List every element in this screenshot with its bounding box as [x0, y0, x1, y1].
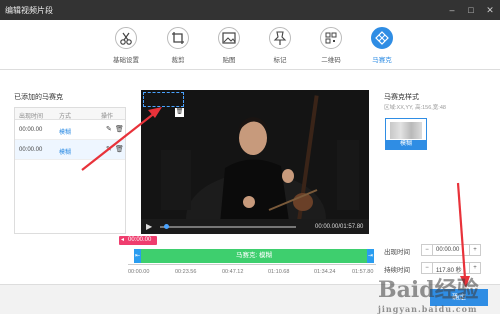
blur-style-option[interactable]: 模糊 [385, 118, 427, 150]
column-header-mode: 方式 [59, 114, 72, 120]
play-icon[interactable]: ▶ [146, 222, 152, 231]
region-info: 区域:XX,YY, 高:156,宽:48 [384, 105, 446, 111]
increment-button[interactable]: + [469, 245, 480, 255]
tool-mosaic[interactable]: 马赛克 [360, 27, 404, 69]
mosaic-track[interactable]: ⇤ 马赛克: 模糊 ⇥ [134, 249, 374, 263]
tool-label: 贴图 [222, 57, 236, 64]
video-controls: ▶ 00:00.00/01:57.80 [141, 219, 369, 235]
watermark-logo: Baid经验 jingyan.baidu.com [378, 272, 479, 314]
item-mode: 模糊 [59, 150, 72, 156]
seek-bar[interactable] [160, 226, 296, 228]
mosaic-region[interactable] [143, 92, 184, 107]
current-time: 00:00.00 [128, 237, 152, 243]
watermark-sub: jingyan.baidu.com [378, 304, 478, 314]
tool-crop[interactable]: 裁剪 [156, 27, 200, 69]
tool-label: 马赛克 [372, 57, 392, 64]
mosaic-delete-icon[interactable]: 🗑 [175, 108, 184, 117]
trash-icon[interactable]: 🗑 [115, 145, 124, 153]
tool-label: 裁剪 [171, 57, 185, 64]
track-start-handle[interactable]: ⇤ [134, 249, 141, 263]
tool-mark[interactable]: 标记 [258, 27, 302, 69]
tool-label: 标记 [273, 57, 287, 64]
editor-window: 编辑视频片段 – □ ✕ 基础设置 裁剪 贴图 标记 二维码 马赛克 已添加的马… [0, 0, 500, 314]
watermark-text: Baid经验 [378, 277, 479, 303]
item-mode: 模糊 [59, 130, 72, 136]
column-header-action: 操作 [101, 114, 114, 120]
mosaic-list-title: 已添加的马赛克 [14, 94, 63, 101]
qrcode-icon [320, 27, 342, 49]
ruler-tick: 01:57.80 [352, 269, 374, 275]
list-item[interactable]: 00:00.00 模糊 ✎ 🗑 [15, 120, 125, 140]
toolbar: 基础设置 裁剪 贴图 标记 二维码 马赛克 [0, 20, 500, 70]
blur-preview [390, 122, 422, 139]
mosaic-list: 出现时间 方式 操作 00:00.00 模糊 ✎ 🗑 00:00.00 模糊 ✎… [14, 107, 126, 234]
close-button[interactable]: ✕ [484, 4, 496, 16]
ruler-line [128, 264, 376, 265]
list-item[interactable]: 00:00.00 模糊 ✎ 🗑 [15, 140, 125, 160]
ruler-tick: 01:10.68 [268, 269, 290, 275]
appear-time-stepper[interactable]: − 00:00.00 + [421, 244, 481, 256]
tool-basic-settings[interactable]: 基础设置 [104, 27, 148, 69]
ruler-tick: 00:47.12 [222, 269, 244, 275]
time-ruler: 00:00.00 00:23.56 00:47.12 01:10.68 01:3… [126, 266, 380, 280]
window-title: 编辑视频片段 [5, 6, 53, 15]
crop-icon [167, 27, 189, 49]
scissors-icon [115, 27, 137, 49]
current-time-badge: ◂ 00:00.00 [119, 236, 157, 245]
item-time: 00:00.00 [19, 147, 43, 153]
ruler-tick: 00:00.00 [128, 269, 150, 275]
ruler-tick: 01:34.24 [314, 269, 336, 275]
maximize-button[interactable]: □ [465, 4, 477, 16]
blur-style-label: 模糊 [386, 140, 426, 149]
minimize-button[interactable]: – [446, 4, 458, 16]
mosaic-icon [371, 27, 393, 49]
track-label: 马赛克: 模糊 [235, 252, 273, 259]
time-display: 00:00.00/01:57.80 [315, 224, 364, 230]
list-header: 出现时间 方式 操作 [15, 108, 125, 120]
decrement-button[interactable]: − [422, 245, 433, 255]
tool-sticker[interactable]: 贴图 [207, 27, 251, 69]
appear-time-value[interactable]: 00:00.00 [436, 247, 459, 253]
trash-icon[interactable]: 🗑 [115, 125, 124, 133]
pin-icon [269, 27, 291, 49]
tool-label: 基础设置 [113, 57, 139, 64]
title-bar: 编辑视频片段 – □ ✕ [0, 0, 500, 20]
edit-icon[interactable]: ✎ [106, 125, 112, 133]
item-time: 00:00.00 [19, 127, 43, 133]
badge-left-arrow-icon: ◂ [121, 237, 125, 243]
image-icon [218, 27, 240, 49]
style-title: 马赛克样式 [384, 94, 419, 101]
appear-time-label: 出现时间 [384, 249, 410, 256]
seek-handle[interactable] [164, 224, 169, 229]
ruler-tick: 00:23.56 [175, 269, 197, 275]
column-header-time: 出现时间 [19, 114, 44, 120]
edit-icon[interactable]: ✎ [106, 145, 112, 153]
track-end-handle[interactable]: ⇥ [367, 249, 374, 263]
tool-qrcode[interactable]: 二维码 [309, 27, 353, 69]
tool-label: 二维码 [321, 57, 341, 64]
